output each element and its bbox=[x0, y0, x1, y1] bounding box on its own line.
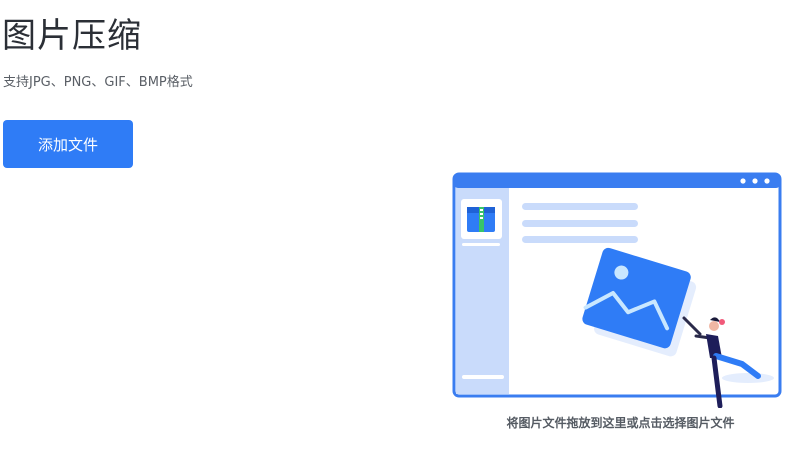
sidebar-line bbox=[462, 243, 500, 246]
supported-formats-text: 支持JPG、PNG、GIF、BMP格式 bbox=[3, 75, 193, 90]
window-dot-icon bbox=[752, 178, 758, 184]
placeholder-line bbox=[522, 220, 638, 227]
image-compress-page: 图片压缩 支持JPG、PNG、GIF、BMP格式 添加文件 将图片文件拖放到这里… bbox=[0, 0, 788, 472]
drop-zone-hint: 将图片文件拖放到这里或点击选择图片文件 bbox=[506, 416, 735, 430]
add-file-button[interactable]: 添加文件 bbox=[3, 120, 133, 168]
placeholder-line bbox=[522, 236, 638, 243]
drop-zone-illustration bbox=[452, 172, 782, 408]
window-dot-icon bbox=[764, 178, 770, 184]
sidebar-line bbox=[462, 375, 504, 379]
page-title: 图片压缩 bbox=[2, 16, 142, 56]
window-dot-icon bbox=[740, 178, 746, 184]
window-titlebar bbox=[454, 174, 780, 188]
drop-zone[interactable] bbox=[448, 168, 788, 438]
archive-icon bbox=[467, 207, 495, 232]
placeholder-line bbox=[522, 203, 638, 210]
